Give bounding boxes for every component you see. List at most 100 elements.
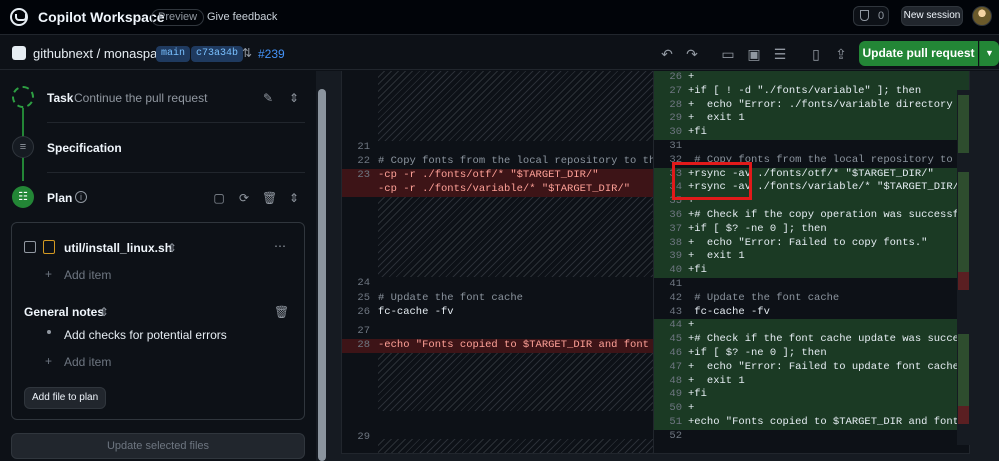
code-text[interactable]: +if [ $? -ne 0 ]; then (688, 347, 827, 361)
edit-pencil-icon[interactable]: ✎ (261, 91, 275, 105)
code-text[interactable]: +if [ ! -d "./fonts/variable" ]; then (688, 85, 921, 99)
add-note-link[interactable]: Add item (64, 355, 111, 369)
left-diff-line[interactable]: 23 -cp -r ./fonts/otf/* "$TARGET_DIR/" (342, 169, 654, 183)
info-icon[interactable]: i (75, 191, 87, 203)
code-text[interactable]: # Copy fonts from the local repository t… (378, 155, 654, 169)
right-diff-line[interactable]: 49 +fi (654, 388, 969, 403)
update-selected-files-button[interactable]: Update selected files (11, 433, 305, 459)
code-text[interactable]: + exit 1 (688, 375, 745, 389)
collapse-icon[interactable]: ⇕ (287, 91, 301, 105)
right-diff-line[interactable]: 31 (654, 140, 969, 154)
left-diff-line[interactable]: 26 fc-cache -fv (342, 306, 654, 320)
right-diff-line[interactable]: 40 +fi (654, 264, 969, 278)
new-session-button[interactable]: New session (901, 6, 963, 26)
left-diff-line[interactable]: 24 (342, 277, 654, 291)
code-text[interactable]: + (688, 402, 694, 416)
plan-title[interactable]: Plan (47, 191, 72, 205)
code-text[interactable]: +fi (688, 126, 707, 140)
right-diff-line[interactable]: 45 +# Check if the font cache update was … (654, 333, 969, 347)
refresh-icon[interactable]: ⟳ (237, 191, 251, 205)
right-diff-line[interactable]: 44 + (654, 319, 969, 334)
redo-icon[interactable]: ↷ (683, 45, 701, 63)
commit-chip[interactable]: c73a34b (191, 46, 244, 62)
give-feedback-link[interactable]: Give feedback (207, 11, 277, 23)
right-diff-line[interactable]: 42 # Update the font cache (654, 292, 969, 306)
code-text[interactable]: fc-cache -fv (378, 306, 454, 320)
code-text[interactable]: -cp -r ./fonts/otf/* "$TARGET_DIR/" (378, 169, 599, 183)
add-note-plus-icon[interactable]: + (45, 354, 52, 368)
pull-request-link[interactable]: #239 (258, 47, 285, 61)
code-text[interactable]: -cp -r ./fonts/variable/* "$TARGET_DIR/" (378, 183, 630, 197)
beaker-count-button[interactable]: 0 (853, 6, 889, 26)
sidebar-scrollbar[interactable] (316, 71, 328, 461)
right-diff-line[interactable]: 29 + exit 1 (654, 112, 969, 127)
right-diff-line[interactable]: 27 +if [ ! -d "./fonts/variable" ]; then (654, 84, 969, 99)
code-text[interactable]: +# Check if the copy operation was succe… (688, 209, 969, 223)
user-avatar[interactable] (972, 6, 992, 26)
bookmark-icon[interactable]: ▯ (807, 45, 825, 63)
code-text[interactable]: +if [ $? -ne 0 ]; then (688, 223, 827, 237)
code-text[interactable]: + (688, 319, 694, 333)
right-diff-line[interactable]: 39 + exit 1 (654, 250, 969, 265)
right-diff-line[interactable]: 41 (654, 278, 969, 292)
add-file-to-plan-button[interactable]: Add file to plan (24, 387, 107, 409)
task-subtitle[interactable]: Continue the pull request (74, 91, 207, 105)
code-text[interactable]: + echo "Error: Failed to update font cac… (688, 361, 969, 375)
sidebar-scroll-thumb[interactable] (318, 89, 326, 461)
comment-icon[interactable]: ▢ (212, 191, 226, 205)
code-text[interactable]: # Update the font cache (688, 292, 839, 306)
left-diff-line[interactable]: 25 # Update the font cache (342, 292, 654, 306)
app-title[interactable]: Copilot Workspace (38, 9, 165, 25)
right-diff-line[interactable]: 51 +echo "Fonts copied to $TARGET_DIR and… (654, 416, 969, 430)
right-diff-line[interactable]: 36 +# Check if the copy operation was suc… (654, 209, 969, 223)
right-diff-line[interactable]: 50 + (654, 402, 969, 416)
code-text[interactable]: + exit 1 (688, 112, 745, 126)
add-item-link[interactable]: Add item (64, 268, 111, 282)
terminal-icon[interactable]: ▣ (745, 45, 763, 63)
note-text[interactable]: Add checks for potential errors (64, 328, 227, 342)
code-text[interactable]: +fi (688, 264, 707, 278)
code-text[interactable]: + echo "Error: ./fonts/variable director… (688, 99, 969, 113)
right-diff-line[interactable]: 43 fc-cache -fv (654, 306, 969, 320)
expand-file-icon[interactable]: ⇕ (165, 241, 179, 255)
code-text[interactable]: +fi (688, 388, 707, 402)
code-text[interactable]: + exit 1 (688, 250, 745, 264)
delete-notes-icon[interactable]: 🗑 (274, 305, 289, 319)
more-options-icon[interactable]: ⋯ (273, 239, 287, 253)
left-diff-line[interactable]: 29 (342, 431, 654, 445)
update-pr-dropdown-icon[interactable]: ▼ (979, 41, 999, 66)
branch-chip[interactable]: main (156, 46, 191, 62)
code-text[interactable]: # Update the font cache (378, 292, 523, 306)
right-diff-line[interactable]: 28 + echo "Error: ./fonts/variable direct… (654, 98, 969, 113)
code-text[interactable]: +# Check if the font cache update was su… (688, 333, 965, 347)
folder-icon[interactable]: ▭ (719, 45, 737, 63)
right-diff-line[interactable]: 26 + (654, 71, 969, 85)
update-pull-request-button[interactable]: Update pull request (859, 41, 978, 66)
right-diff-line[interactable]: 46 +if [ $? -ne 0 ]; then (654, 347, 969, 361)
code-text[interactable]: + echo "Error: Failed to copy fonts." (688, 237, 927, 251)
collapse-plan-icon[interactable]: ⇕ (287, 191, 301, 205)
trash-icon[interactable]: 🗑 (262, 191, 277, 205)
left-diff-line[interactable]: 21 (342, 141, 654, 155)
left-diff-line[interactable]: 27 (342, 325, 654, 339)
share-icon[interactable]: ⇪ (832, 45, 850, 63)
left-diff-line[interactable]: -cp -r ./fonts/variable/* "$TARGET_DIR/" (342, 183, 654, 197)
right-diff-line[interactable]: 47 + echo "Error: Failed to update font c… (654, 360, 969, 375)
file-checkbox[interactable] (24, 241, 36, 253)
add-item-plus-icon[interactable]: + (45, 267, 52, 281)
right-diff-line[interactable]: 38 + echo "Error: Failed to copy fonts." (654, 236, 969, 251)
undo-icon[interactable]: ↶ (658, 45, 676, 63)
right-diff-line[interactable]: 52 (654, 430, 969, 444)
repo-name[interactable]: githubnext / monaspace (33, 46, 171, 61)
left-diff-line[interactable]: 28 -echo "Fonts copied to $TARGET_DIR and… (342, 339, 654, 353)
code-text[interactable]: fc-cache -fv (688, 306, 770, 320)
left-diff-line[interactable]: 22 # Copy fonts from the local repository… (342, 155, 654, 169)
specification-title[interactable]: Specification (47, 141, 122, 155)
right-diff-line[interactable]: 48 + exit 1 (654, 374, 969, 389)
code-text[interactable]: -echo "Fonts copied to $TARGET_DIR and f… (378, 339, 654, 353)
right-diff-line[interactable]: 37 +if [ $? -ne 0 ]; then (654, 222, 969, 237)
right-diff-line[interactable]: 30 +fi (654, 126, 969, 140)
expand-notes-icon[interactable]: ⇕ (97, 305, 111, 319)
layout-icon[interactable]: ☰ (771, 45, 789, 63)
task-title[interactable]: Task (47, 91, 73, 105)
